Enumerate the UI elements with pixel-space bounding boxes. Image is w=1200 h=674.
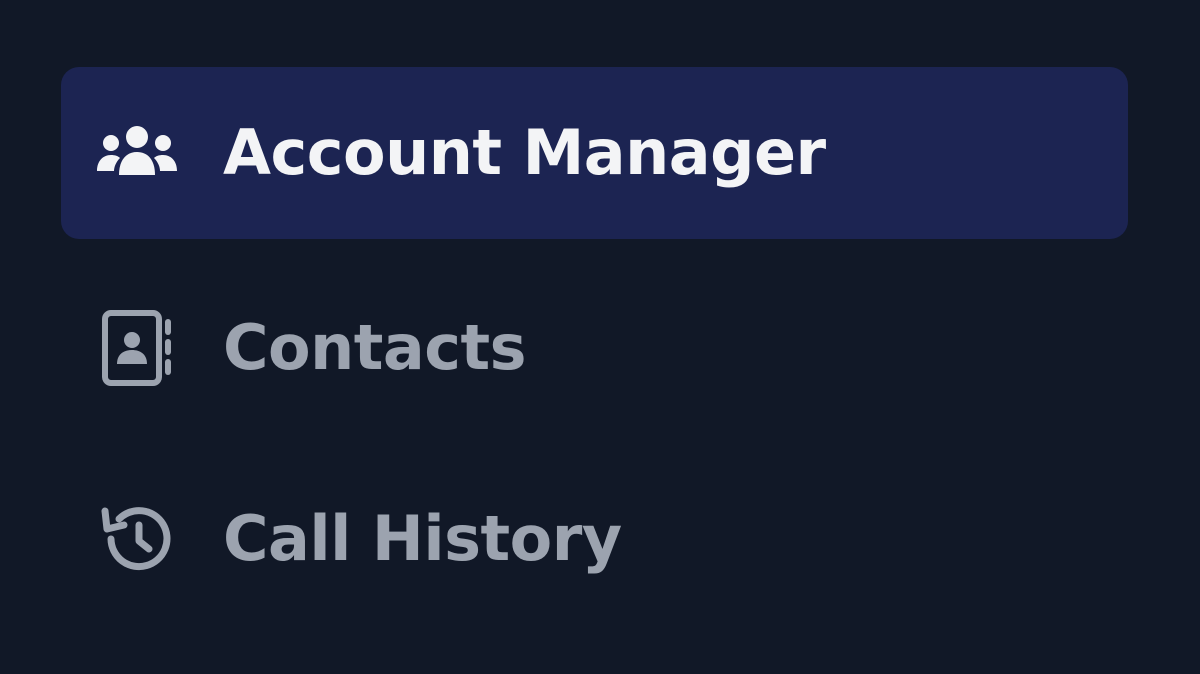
- users-icon: [97, 113, 177, 193]
- sidebar-item-account-manager[interactable]: Account Manager: [61, 67, 1128, 239]
- sidebar-item-call-history[interactable]: Call History: [61, 453, 1128, 625]
- sidebar-item-contacts[interactable]: Contacts: [61, 262, 1128, 434]
- sidebar-item-label: Contacts: [223, 311, 527, 384]
- history-icon: [97, 499, 177, 579]
- sidebar-item-label: Call History: [223, 502, 622, 575]
- sidebar-item-label: Account Manager: [223, 116, 826, 189]
- address-book-icon: [97, 308, 177, 388]
- sidebar-nav: Account Manager Contacts Call History: [0, 0, 1200, 674]
